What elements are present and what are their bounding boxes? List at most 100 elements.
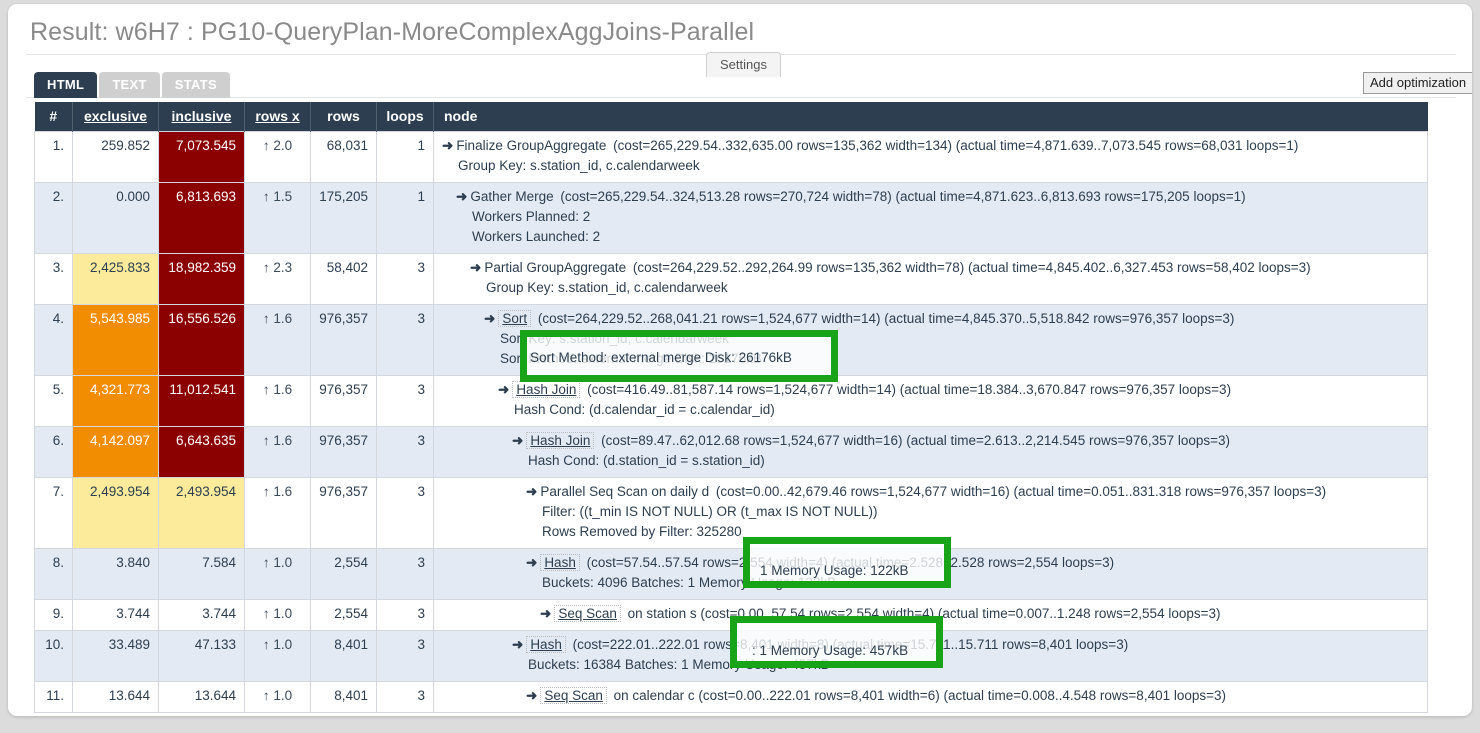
- node-cell: ➜ Parallel Seq Scan on daily d (cost=0.00…: [433, 476, 1428, 549]
- node-main-line: ➜ Sort (cost=264,229.52..268,041.21 rows=…: [442, 309, 1419, 329]
- row-index-cell: 3.: [34, 252, 73, 305]
- column-header-inclusive[interactable]: inclusive: [158, 102, 245, 131]
- node-type-label[interactable]: Seq Scan: [554, 604, 621, 622]
- node-type-label[interactable]: Seq Scan: [540, 686, 607, 704]
- arrow-icon: ➜: [484, 310, 496, 326]
- column-header-index: #: [34, 102, 73, 131]
- node-type-label[interactable]: Hash: [540, 553, 580, 571]
- loops-cell: 3: [376, 629, 434, 682]
- loops-cell: 3: [376, 476, 434, 549]
- tab-text[interactable]: TEXT: [99, 72, 160, 98]
- column-header-exclusive[interactable]: exclusive: [72, 102, 159, 131]
- exclusive-time-cell: 2,493.954: [72, 476, 159, 549]
- result-panel: Result: w6H7 : PG10-QueryPlan-MoreComple…: [8, 4, 1472, 716]
- arrow-icon: ➜: [526, 554, 538, 570]
- rows-x-cell: ↑ 1.0: [244, 598, 311, 631]
- table-header-row: # exclusive inclusive rows x rows loops …: [34, 102, 1428, 131]
- column-header-node: node: [433, 102, 1428, 131]
- table-row: 3. 2,425.833 18,982.359 ↑ 2.3 58,402 3 ➜ Partia…: [34, 252, 1428, 305]
- rows-cell: 2,554: [310, 547, 377, 600]
- inclusive-time-cell: 3.744: [158, 598, 245, 631]
- exclusive-time-cell: 259.852: [72, 130, 159, 183]
- exclusive-time-cell: 4,321.773: [72, 374, 159, 427]
- rows-x-cell: ↑ 2.0: [244, 130, 311, 183]
- arrow-icon: ➜: [442, 137, 454, 153]
- node-extra-line: Group Key: s.station_id, c.calendarweek: [458, 157, 700, 173]
- rows-cell: 8,401: [310, 629, 377, 682]
- column-header-loops: loops: [376, 102, 434, 131]
- rows-x-cell: ↑ 1.6: [244, 303, 311, 376]
- row-index-cell: 11.: [34, 680, 73, 713]
- table-row: 5. 4,321.773 11,012.541 ↑ 1.6 976,357 3 ➜ Hash …: [34, 374, 1428, 427]
- inclusive-time-cell: 7.584: [158, 547, 245, 600]
- sort-exclusive-link[interactable]: exclusive: [84, 108, 147, 124]
- node-type-label[interactable]: Hash: [526, 635, 566, 653]
- hash-memory-122kb-highlight-text: 1 Memory Usage: 122kB: [760, 563, 909, 578]
- row-index-cell: 2.: [34, 181, 73, 254]
- node-cell: ➜ Gather Merge (cost=265,229.54..324,513.…: [433, 181, 1428, 254]
- node-extra-line: Rows Removed by Filter: 325280: [542, 523, 742, 539]
- node-type-label[interactable]: Hash Join: [526, 431, 595, 449]
- arrow-icon: ➜: [498, 381, 510, 397]
- inclusive-time-cell: 6,813.693: [158, 181, 245, 254]
- node-extra-line: Workers Launched: 2: [472, 228, 601, 244]
- rows-cell: 8,401: [310, 680, 377, 713]
- table-header: # exclusive inclusive rows x rows loops …: [34, 102, 1428, 131]
- node-detail-text: (cost=265,229.54..324,513.28 rows=270,72…: [556, 188, 1246, 204]
- rows-cell: 68,031: [310, 130, 377, 183]
- arrow-icon: ➜: [526, 483, 538, 499]
- sort-method-highlight-text: Sort Method: external merge Disk: 26176k…: [530, 350, 792, 365]
- node-cell: ➜ Hash Join (cost=416.49..81,587.14 rows=…: [433, 374, 1428, 427]
- node-cell: ➜ Finalize GroupAggregate (cost=265,229.5…: [433, 130, 1428, 183]
- loops-cell: 1: [376, 130, 434, 183]
- node-extra-line: Filter: ((t_min IS NOT NULL) OR (t_max I…: [542, 503, 878, 519]
- rows-cell: 976,357: [310, 303, 377, 376]
- sort-inclusive-link[interactable]: inclusive: [172, 108, 232, 124]
- add-optimization-button[interactable]: Add optimization: [1363, 72, 1472, 94]
- rows-x-cell: ↑ 2.3: [244, 252, 311, 305]
- page-root: Result: w6H7 : PG10-QueryPlan-MoreComple…: [0, 0, 1480, 733]
- rows-x-cell: ↑ 1.0: [244, 680, 311, 713]
- exclusive-time-cell: 33.489: [72, 629, 159, 682]
- node-cell: ➜ Seq Scan on calendar c (cost=0.00..222.…: [433, 680, 1428, 713]
- rows-cell: 175,205: [310, 181, 377, 254]
- exclusive-time-cell: 13.644: [72, 680, 159, 713]
- node-detail-text: (cost=264,229.52..292,264.99 rows=135,36…: [629, 259, 1311, 275]
- loops-cell: 3: [376, 252, 434, 305]
- exclusive-time-cell: 4,142.097: [72, 425, 159, 478]
- node-type-label[interactable]: Hash Join: [512, 380, 581, 398]
- node-main-line: ➜ Parallel Seq Scan on daily d (cost=0.00…: [442, 482, 1419, 502]
- query-plan-table: # exclusive inclusive rows x rows loops …: [34, 102, 1428, 713]
- query-plan-table-wrapper: # exclusive inclusive rows x rows loops …: [34, 102, 1428, 713]
- node-main-line: ➜ Hash Join (cost=89.47..62,012.68 rows=1…: [442, 431, 1419, 451]
- node-type-label: Parallel Seq Scan on daily d: [540, 483, 710, 499]
- row-index-cell: 10.: [34, 629, 73, 682]
- node-type-label: Gather Merge: [470, 188, 554, 204]
- node-cell: ➜ Hash Join (cost=89.47..62,012.68 rows=1…: [433, 425, 1428, 478]
- exclusive-time-cell: 5,543.985: [72, 303, 159, 376]
- node-detail-text: (cost=89.47..62,012.68 rows=1,524,677 wi…: [597, 432, 1231, 448]
- row-index-cell: 6.: [34, 425, 73, 478]
- rows-cell: 58,402: [310, 252, 377, 305]
- node-cell: ➜ Hash (cost=222.01..222.01 rows=8,401 wi…: [433, 629, 1428, 682]
- rows-cell: 976,357: [310, 374, 377, 427]
- node-extra-line: Group Key: s.station_id, c.calendarweek: [486, 279, 728, 295]
- loops-cell: 1: [376, 181, 434, 254]
- node-cell: ➜ Partial GroupAggregate (cost=264,229.52…: [433, 252, 1428, 305]
- row-index-cell: 4.: [34, 303, 73, 376]
- table-row: 9. 3.744 3.744 ↑ 1.0 2,554 3 ➜ Seq Scan on stat…: [34, 598, 1428, 631]
- exclusive-time-cell: 2,425.833: [72, 252, 159, 305]
- node-type-label[interactable]: Sort: [498, 309, 532, 327]
- tab-stats[interactable]: STATS: [161, 72, 230, 98]
- node-main-line: ➜ Hash (cost=222.01..222.01 rows=8,401 wi…: [442, 635, 1419, 655]
- inclusive-time-cell: 47.133: [158, 629, 245, 682]
- node-detail-text: (cost=0.00..42,679.46 rows=1,524,677 wid…: [712, 483, 1327, 499]
- node-cell: ➜ Hash (cost=57.54..57.54 rows=2,554 widt…: [433, 547, 1428, 600]
- settings-button[interactable]: Settings: [706, 52, 781, 77]
- hash-memory-457kb-highlight-text: : 1 Memory Usage: 457kB: [752, 643, 909, 658]
- view-tabs: HTML TEXT STATS: [34, 72, 230, 98]
- column-header-rows-x[interactable]: rows x: [244, 102, 311, 131]
- sort-rows-x-link[interactable]: rows x: [255, 108, 299, 124]
- tab-html[interactable]: HTML: [34, 72, 98, 98]
- table-row: 7. 2,493.954 2,493.954 ↑ 1.6 976,357 3 ➜ Parall…: [34, 476, 1428, 549]
